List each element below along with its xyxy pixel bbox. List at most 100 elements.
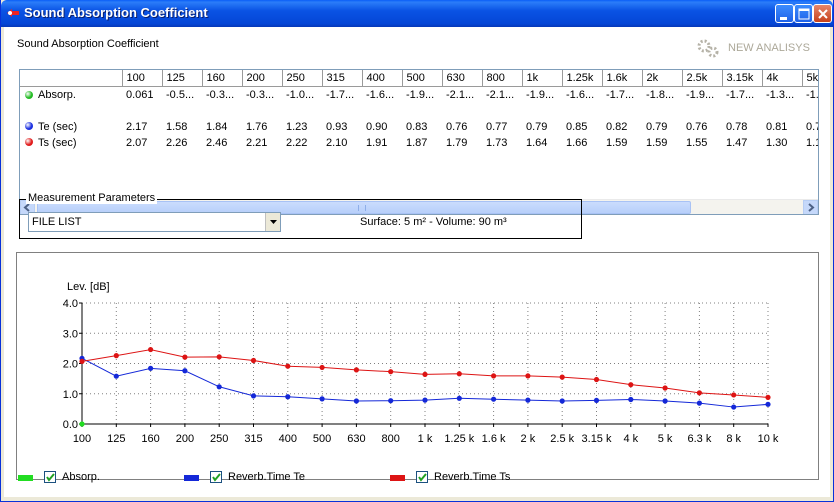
row-header — [20, 102, 122, 118]
column-header[interactable]: 200 — [242, 70, 283, 87]
table-cell: -1. — [806, 88, 819, 101]
column-header[interactable]: 250 — [282, 70, 323, 87]
legend-checkbox[interactable] — [210, 471, 222, 483]
table-cell: 0.79 — [646, 120, 668, 133]
new-analysis-button[interactable]: NEW ANALISYS — [694, 37, 824, 59]
x-tick-label: 3.15 k — [582, 433, 612, 445]
table-cell — [242, 102, 282, 118]
legend-checkbox[interactable] — [44, 471, 56, 483]
table-cell — [282, 102, 322, 118]
table-cell — [122, 102, 162, 118]
close-button[interactable] — [813, 4, 832, 23]
column-header[interactable]: 5k — [802, 70, 818, 87]
minimize-button[interactable] — [775, 4, 794, 23]
table-cell: -1.9... — [406, 88, 435, 101]
column-header[interactable]: 400 — [362, 70, 403, 87]
file-list-select[interactable]: FILE LIST — [28, 212, 281, 232]
legend-checkbox[interactable] — [416, 471, 428, 483]
chevron-down-icon[interactable] — [265, 213, 280, 231]
x-tick-label: 160 — [141, 433, 159, 445]
table-cell: -0.5... — [166, 88, 195, 101]
x-tick-label: 630 — [347, 433, 365, 445]
column-header[interactable]: 800 — [482, 70, 523, 87]
row-label: Absorp. — [38, 88, 76, 101]
row-label: Ts (sec) — [38, 136, 77, 149]
table-cell: -1.6... — [566, 88, 595, 101]
legend-swatch — [18, 475, 33, 481]
data-point — [79, 358, 85, 364]
column-header[interactable]: 125 — [162, 70, 203, 87]
data-point — [250, 393, 257, 399]
x-tick-label: 10 k — [758, 433, 779, 445]
column-header[interactable]: 3.15k — [722, 70, 763, 87]
scroll-right-button[interactable] — [803, 200, 818, 214]
measurement-parameters-legend: Measurement Parameters — [26, 192, 158, 204]
table-cell — [162, 102, 202, 118]
x-tick-label: 400 — [279, 433, 297, 445]
column-header[interactable]: 1.25k — [562, 70, 603, 87]
column-header[interactable]: 4k — [762, 70, 803, 87]
legend-label: Reverb.Time Te — [228, 471, 306, 483]
data-point — [148, 346, 154, 353]
data-point — [559, 398, 565, 404]
table-cell: 1.64 — [526, 136, 548, 149]
data-point — [491, 373, 497, 379]
data-point — [285, 394, 291, 400]
gears-icon — [697, 39, 719, 58]
table-cell: 1.91 — [366, 136, 388, 149]
table-cell: 2.26 — [166, 136, 188, 149]
data-point — [79, 421, 85, 427]
table-cell — [562, 102, 602, 118]
y-tick-label: 2.0 — [63, 359, 78, 371]
data-point — [765, 401, 771, 407]
table-cell — [442, 102, 482, 118]
new-analysis-label: NEW ANALISYS — [728, 42, 810, 54]
surface-volume-text: Surface: 5 m² - Volume: 90 m³ — [360, 216, 507, 228]
column-header[interactable]: 2.5k — [682, 70, 723, 87]
column-header[interactable]: 500 — [402, 70, 443, 87]
data-point — [319, 396, 325, 402]
data-point — [148, 365, 154, 371]
row-header: Te (sec) — [20, 118, 122, 134]
app-window: Sound Absorption Coefficient Sound Absor… — [0, 0, 834, 502]
x-tick-label: 125 — [107, 433, 125, 445]
data-point — [388, 369, 394, 375]
data-point — [456, 371, 462, 377]
x-tick-label: 250 — [210, 433, 228, 445]
title-bar[interactable]: Sound Absorption Coefficient — [1, 0, 833, 27]
x-tick-label: 2.5 k — [550, 433, 574, 445]
data-point — [250, 357, 257, 364]
table-row: Absorp. 0.061 -0.5... -0.3... -0.3... -1.0...… — [20, 86, 819, 102]
table-cell — [682, 102, 722, 118]
table-cell: -0.3... — [246, 88, 275, 101]
line-chart: 0.0 1.0 2.0 3.0 4.0 100 125 160 200 250 315 400 500 6… — [63, 281, 779, 445]
data-point — [731, 404, 737, 410]
data-point — [696, 390, 703, 396]
table-cell: 1.30 — [766, 136, 788, 149]
column-header[interactable]: 1k — [522, 70, 563, 87]
data-point — [319, 364, 325, 371]
data-point — [525, 373, 531, 379]
column-header[interactable]: 1.6k — [602, 70, 643, 87]
data-point — [731, 392, 737, 398]
legend-label: Absorp. — [62, 471, 100, 483]
table-cell: 1.1 — [806, 136, 818, 149]
column-header[interactable]: 100 — [122, 70, 163, 87]
series-dot-icon — [25, 138, 33, 146]
row-header: Ts (sec) — [20, 134, 122, 150]
table-cell: 1.79 — [446, 136, 468, 149]
maximize-button[interactable] — [794, 4, 813, 23]
table-cell: -2.1... — [486, 88, 515, 101]
x-tick-label: 5 k — [658, 433, 673, 445]
column-header[interactable]: 160 — [202, 70, 243, 87]
table-cell: -1.0... — [286, 88, 315, 101]
x-tick-label: 1 k — [418, 433, 433, 445]
data-point — [765, 394, 771, 400]
column-header[interactable]: 315 — [322, 70, 363, 87]
table-cell: 0.81 — [766, 120, 788, 133]
table-cell: -0.3... — [206, 88, 235, 101]
column-header[interactable]: 630 — [442, 70, 483, 87]
x-tick-label: 500 — [313, 433, 331, 445]
table-corner-cell — [20, 70, 123, 87]
column-header[interactable]: 2k — [642, 70, 683, 87]
